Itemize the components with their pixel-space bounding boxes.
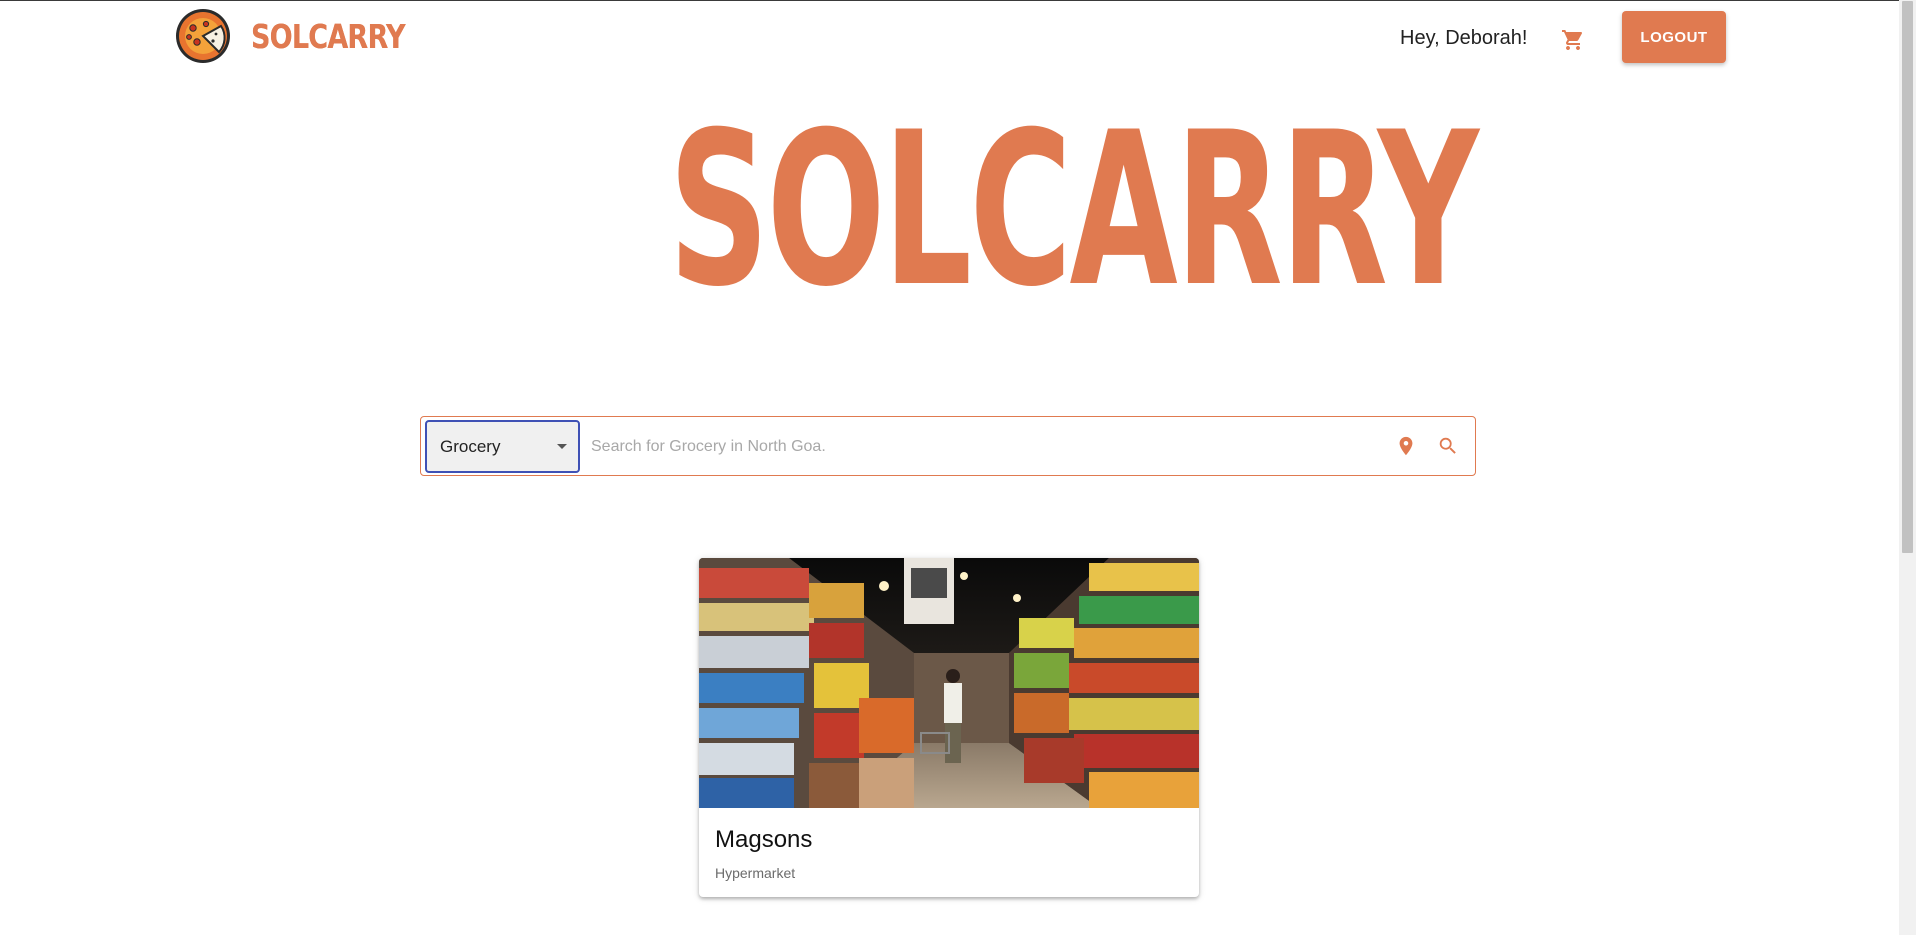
brand-name: SOLCARRY bbox=[251, 16, 406, 56]
pizza-logo-icon bbox=[176, 9, 230, 63]
scrollbar-thumb[interactable] bbox=[1902, 1, 1913, 553]
search-input[interactable] bbox=[589, 425, 1383, 469]
search-bar: Grocery bbox=[420, 416, 1476, 476]
hero-title: SOLCARRY bbox=[668, 104, 1479, 325]
logout-button[interactable]: LOGOUT bbox=[1622, 11, 1726, 63]
location-pin-icon[interactable] bbox=[1395, 435, 1417, 457]
store-image bbox=[699, 558, 1199, 808]
search-icon[interactable] bbox=[1437, 435, 1459, 457]
store-type: Hypermarket bbox=[715, 865, 796, 881]
app-header: SOLCARRY Hey, Deborah! LOGOUT bbox=[0, 1, 1895, 71]
shopping-cart-icon[interactable] bbox=[1561, 28, 1585, 52]
category-select[interactable]: Grocery bbox=[425, 420, 580, 473]
chevron-down-icon bbox=[557, 444, 567, 449]
hero-title-text: SOLCARRY bbox=[668, 86, 1479, 333]
user-greeting: Hey, Deborah! bbox=[1400, 27, 1528, 49]
brand-logo[interactable]: SOLCARRY bbox=[175, 8, 439, 64]
store-card[interactable]: Magsons Hypermarket bbox=[699, 558, 1199, 897]
store-name: Magsons bbox=[715, 826, 813, 853]
category-select-value: Grocery bbox=[440, 436, 501, 456]
